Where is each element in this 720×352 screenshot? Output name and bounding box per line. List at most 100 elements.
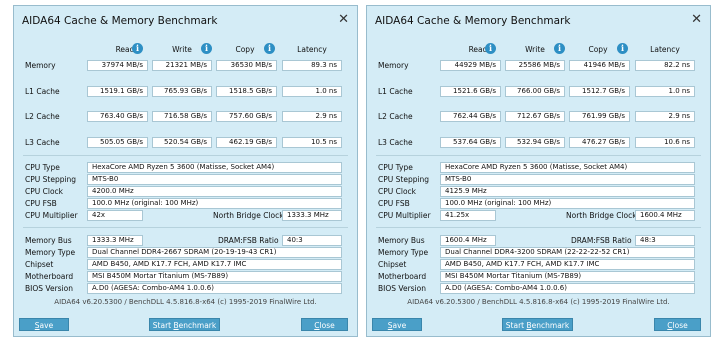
l2-write-value: 716.58 GB/s [152, 111, 212, 122]
l3-read-value: 505.05 GB/s [87, 137, 148, 148]
save-button[interactable]: Save [19, 318, 69, 331]
close-button[interactable]: Close [301, 318, 348, 331]
l3-copy-value: 462.19 GB/s [216, 137, 277, 148]
l1-copy-value: 1518.5 GB/s [216, 86, 277, 97]
north-bridge-clock-label: North Bridge Clock [213, 211, 284, 220]
info-icon[interactable]: i [201, 43, 212, 54]
dram-fsb-ratio-value: 48:3 [635, 235, 695, 246]
l1-copy-value: 1512.7 GB/s [569, 86, 630, 97]
save-label: ave [39, 321, 54, 330]
l3-latency-value: 10.5 ns [282, 137, 342, 148]
l1-read-value: 1521.6 GB/s [440, 86, 501, 97]
row-label-l1-cache: L1 Cache [378, 87, 413, 96]
memory-latency-value: 82.2 ns [635, 60, 695, 71]
cpu-multiplier-value: 41.25x [440, 210, 496, 221]
benchmark-window: AIDA64 Cache & Memory Benchmark ✕ Read i… [13, 5, 358, 337]
memory-bus-value: 1600.4 MHz [440, 235, 496, 246]
dram-fsb-ratio-value: 40:3 [282, 235, 342, 246]
close-label: lose [319, 321, 335, 330]
row-label-l1-cache: L1 Cache [25, 87, 60, 96]
cpu-stepping-label: CPU Stepping [378, 175, 430, 184]
chipset-value: AMD B450, AMD K17.7 FCH, AMD K17.7 IMC [440, 259, 695, 270]
start-benchmark-button[interactable]: Start Benchmark [149, 318, 220, 331]
memory-read-value: 37974 MB/s [87, 60, 148, 71]
header-write: Write [172, 45, 192, 54]
divider [23, 155, 348, 156]
save-label: ave [392, 321, 407, 330]
cpu-clock-value: 4200.0 MHz [87, 186, 342, 197]
north-bridge-clock-label: North Bridge Clock [566, 211, 637, 220]
close-label: lose [672, 321, 688, 330]
cpu-multiplier-label: CPU Multiplier [25, 211, 78, 220]
info-icon[interactable]: i [132, 43, 143, 54]
memory-write-value: 25586 MB/s [505, 60, 565, 71]
bios-version-value: A.D0 (AGESA: Combo-AM4 1.0.0.6) [87, 283, 342, 294]
l1-latency-value: 1.0 ns [282, 86, 342, 97]
cpu-type-value: HexaCore AMD Ryzen 5 3600 (Matisse, Sock… [87, 162, 342, 173]
l2-read-value: 763.40 GB/s [87, 111, 148, 122]
l3-read-value: 537.64 GB/s [440, 137, 501, 148]
motherboard-label: Motherboard [25, 272, 74, 281]
cpu-fsb-value: 100.0 MHz (original: 100 MHz) [440, 198, 695, 209]
motherboard-value: MSI B450M Mortar Titanium (MS-7B89) [440, 271, 695, 282]
row-label-l2-cache: L2 Cache [25, 112, 60, 121]
dram-fsb-ratio-label: DRAM:FSB Ratio [571, 236, 632, 245]
header-write: Write [525, 45, 545, 54]
chipset-value: AMD B450, AMD K17.7 FCH, AMD K17.7 IMC [87, 259, 342, 270]
cpu-clock-label: CPU Clock [25, 187, 64, 196]
benchmark-label-prefix: Start [505, 321, 527, 330]
l2-write-value: 712.67 GB/s [505, 111, 565, 122]
bios-version-label: BIOS Version [378, 284, 426, 293]
row-label-memory: Memory [25, 61, 56, 70]
info-icon[interactable]: i [485, 43, 496, 54]
l2-copy-value: 761.99 GB/s [569, 111, 630, 122]
l1-read-value: 1519.1 GB/s [87, 86, 148, 97]
header-copy: Copy [588, 45, 608, 54]
cpu-type-label: CPU Type [378, 163, 413, 172]
cpu-type-label: CPU Type [25, 163, 60, 172]
footer-copyright: AIDA64 v6.20.5300 / BenchDLL 4.5.816.8-x… [54, 298, 317, 306]
memory-type-label: Memory Type [25, 248, 76, 257]
l1-write-value: 765.93 GB/s [152, 86, 212, 97]
save-button[interactable]: Save [372, 318, 422, 331]
memory-type-value: Dual Channel DDR4-3200 SDRAM (22-22-22-5… [440, 247, 695, 258]
l2-latency-value: 2.9 ns [282, 111, 342, 122]
header-latency: Latency [650, 45, 680, 54]
cpu-fsb-value: 100.0 MHz (original: 100 MHz) [87, 198, 342, 209]
info-icon[interactable]: i [554, 43, 565, 54]
cpu-stepping-value: MTS-B0 [440, 174, 695, 185]
l3-latency-value: 10.6 ns [635, 137, 695, 148]
l1-latency-value: 1.0 ns [635, 86, 695, 97]
memory-write-value: 21321 MB/s [152, 60, 212, 71]
cpu-stepping-label: CPU Stepping [25, 175, 77, 184]
dram-fsb-ratio-label: DRAM:FSB Ratio [218, 236, 279, 245]
start-benchmark-button[interactable]: Start Benchmark [502, 318, 573, 331]
close-button[interactable]: Close [654, 318, 701, 331]
cpu-stepping-value: MTS-B0 [87, 174, 342, 185]
memory-bus-label: Memory Bus [25, 236, 72, 245]
chipset-label: Chipset [25, 260, 54, 269]
cpu-type-value: HexaCore AMD Ryzen 5 3600 (Matisse, Sock… [440, 162, 695, 173]
motherboard-value: MSI B450M Mortar Titanium (MS-7B89) [87, 271, 342, 282]
divider [376, 227, 701, 228]
window-title: AIDA64 Cache & Memory Benchmark [375, 15, 571, 27]
memory-bus-label: Memory Bus [378, 236, 425, 245]
benchmark-label: enchmark [178, 321, 217, 330]
l3-copy-value: 476.27 GB/s [569, 137, 630, 148]
l2-read-value: 762.44 GB/s [440, 111, 501, 122]
benchmark-window: AIDA64 Cache & Memory Benchmark ✕ Read i… [366, 5, 711, 337]
benchmark-label: enchmark [531, 321, 570, 330]
close-icon[interactable]: ✕ [691, 12, 702, 28]
cpu-clock-value: 4125.9 MHz [440, 186, 695, 197]
l3-write-value: 520.54 GB/s [152, 137, 212, 148]
info-icon[interactable]: i [617, 43, 628, 54]
footer-copyright: AIDA64 v6.20.5300 / BenchDLL 4.5.816.8-x… [407, 298, 670, 306]
north-bridge-clock-value: 1333.3 MHz [282, 210, 342, 221]
close-icon[interactable]: ✕ [338, 12, 349, 28]
memory-copy-value: 41946 MB/s [569, 60, 630, 71]
window-title: AIDA64 Cache & Memory Benchmark [22, 15, 218, 27]
row-label-l3-cache: L3 Cache [25, 138, 60, 147]
info-icon[interactable]: i [264, 43, 275, 54]
l3-write-value: 532.94 GB/s [505, 137, 565, 148]
l2-copy-value: 757.60 GB/s [216, 111, 277, 122]
